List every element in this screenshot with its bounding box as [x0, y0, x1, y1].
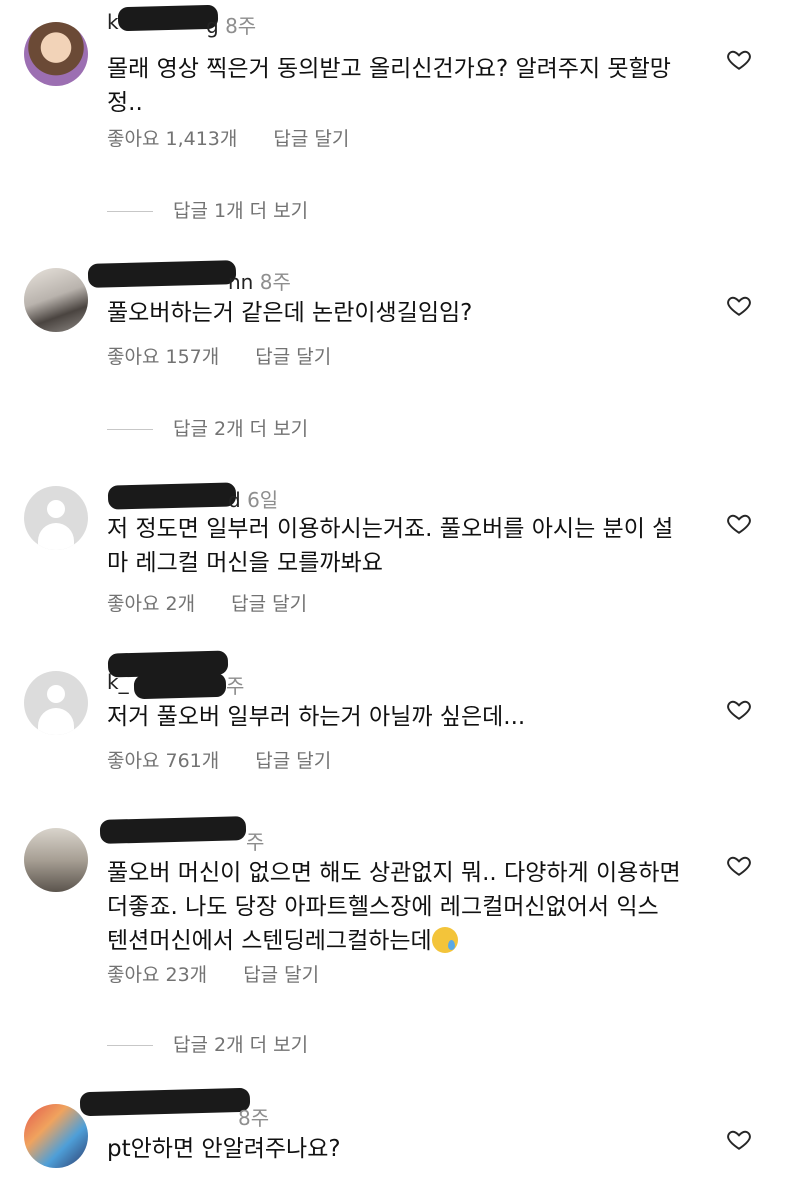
reply-button[interactable]: 답글 달기	[255, 346, 331, 368]
username[interactable]: k	[107, 10, 119, 34]
default-avatar-icon[interactable]	[24, 486, 88, 550]
redaction-mark	[79, 1087, 251, 1117]
comment-text: 몰래 영상 찍은거 동의받고 올리신건가요? 알려주지 못할망 정..	[107, 56, 671, 116]
crying-face-emoji	[431, 927, 458, 953]
comment-actions: 좋아요 761개 답글 달기	[107, 746, 331, 773]
username[interactable]: nn	[228, 270, 253, 294]
comment-meta: 주	[246, 826, 264, 855]
redaction-mark	[99, 816, 247, 844]
heart-icon[interactable]	[726, 852, 752, 878]
heart-icon[interactable]	[726, 292, 752, 318]
redaction-mark	[117, 4, 219, 32]
view-more-replies[interactable]: 답글 2개 더 보기	[107, 1030, 308, 1057]
redaction-mark	[133, 672, 227, 700]
avatar[interactable]	[24, 268, 88, 332]
reply-button[interactable]: 답글 달기	[273, 128, 349, 150]
like-count[interactable]: 좋아요 761개	[107, 750, 219, 772]
redaction-mark	[87, 260, 237, 288]
timestamp: 8주	[238, 1106, 270, 1130]
timestamp: 주	[226, 674, 245, 698]
divider	[107, 211, 153, 212]
view-more-replies[interactable]: 답글 1개 더 보기	[107, 196, 308, 223]
view-more-replies[interactable]: 답글 2개 더 보기	[107, 414, 308, 441]
like-count[interactable]: 좋아요 2개	[107, 593, 195, 615]
heart-icon[interactable]	[726, 696, 752, 722]
divider	[107, 1045, 153, 1046]
comment-meta: g 8주	[206, 14, 257, 38]
username[interactable]: d	[228, 488, 241, 512]
timestamp: 8주	[225, 14, 257, 38]
comment-text: 풀오버 머신이 없으면 해도 상관없지 뭐.. 다양하게 이용하면 더좋죠. 나…	[107, 860, 681, 954]
timestamp: 주	[246, 830, 265, 854]
timestamp: 6일	[247, 488, 279, 512]
heart-icon[interactable]	[726, 510, 752, 536]
like-count[interactable]: 좋아요 157개	[107, 346, 219, 368]
reply-button[interactable]: 답글 달기	[255, 750, 331, 772]
comment-meta: d 6일	[228, 484, 278, 513]
reply-button[interactable]: 답글 달기	[231, 593, 307, 615]
comment-text: 풀오버하는거 같은데 논란이생길임임?	[107, 300, 473, 326]
timestamp: 8주	[259, 270, 291, 294]
default-avatar-icon[interactable]	[24, 671, 88, 735]
comment-actions: 좋아요 2개 답글 달기	[107, 589, 307, 616]
comment-actions: 좋아요 23개 답글 달기	[107, 960, 319, 987]
heart-icon[interactable]	[726, 46, 752, 72]
comment-meta: 8주	[238, 1102, 269, 1131]
redaction-mark	[107, 482, 237, 510]
comment-actions: 좋아요 157개 답글 달기	[107, 342, 331, 369]
reply-button[interactable]: 답글 달기	[243, 964, 319, 986]
avatar[interactable]	[24, 828, 88, 892]
avatar[interactable]	[24, 1104, 88, 1168]
heart-icon[interactable]	[726, 1126, 752, 1152]
like-count[interactable]: 좋아요 23개	[107, 964, 207, 986]
comment-meta: 주	[226, 670, 244, 699]
comment-meta: nn 8주	[228, 266, 291, 295]
comment-meta: k	[107, 10, 119, 34]
comment-text: 저거 풀오버 일부러 하는거 아닐까 싶은데...	[107, 704, 526, 730]
avatar[interactable]	[24, 22, 88, 86]
like-count[interactable]: 좋아요 1,413개	[107, 128, 237, 150]
divider	[107, 429, 153, 430]
comment-actions: 좋아요 1,413개 답글 달기	[107, 124, 349, 151]
comment-text: pt안하면 안알려주나요?	[107, 1136, 341, 1162]
comment-text: 저 정도면 일부러 이용하시는거죠. 풀오버를 아시는 분이 설 마 레그컬 머…	[107, 516, 674, 576]
